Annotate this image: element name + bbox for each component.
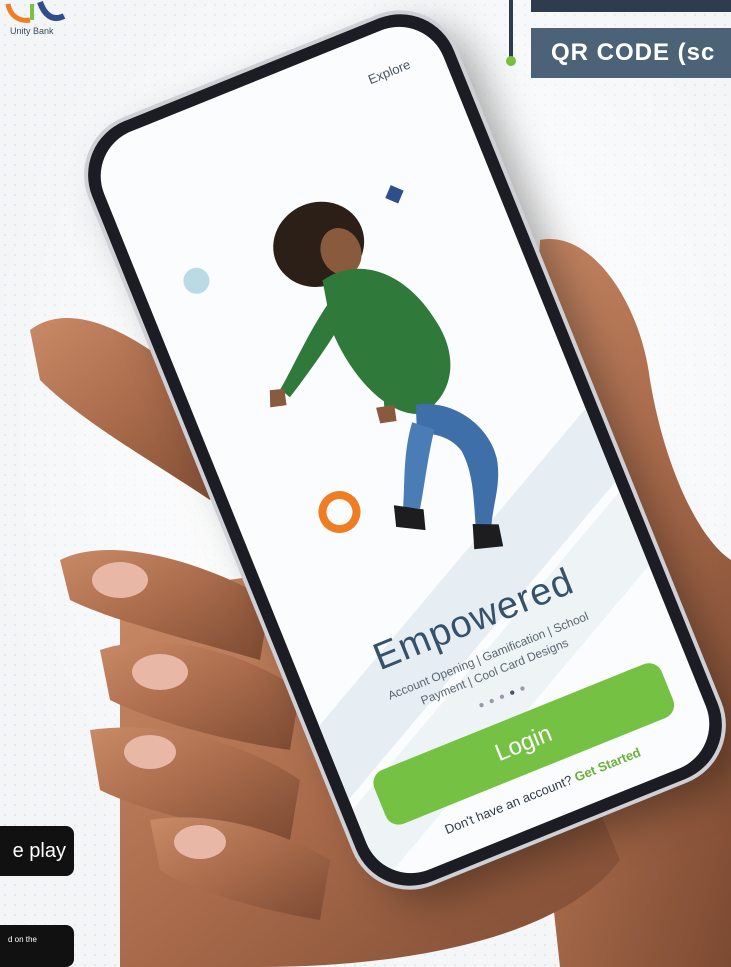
app-store-badge[interactable]: d on the — [0, 925, 74, 967]
explore-link[interactable]: Explore — [366, 57, 412, 87]
google-play-label: e play — [12, 839, 66, 862]
google-play-badge[interactable]: e play — [0, 826, 74, 876]
qr-code-banner: QR CODE (sc — [531, 28, 731, 78]
qr-top-bar — [531, 0, 731, 12]
app-store-label: d on the — [8, 935, 37, 944]
logo-text: Unity Bank — [10, 26, 54, 36]
unity-bank-logo: Unity Bank — [0, 0, 72, 50]
qr-connector-dot — [506, 56, 516, 66]
qr-connector-line — [509, 0, 513, 58]
qr-code-label: QR CODE (sc — [551, 39, 716, 66]
